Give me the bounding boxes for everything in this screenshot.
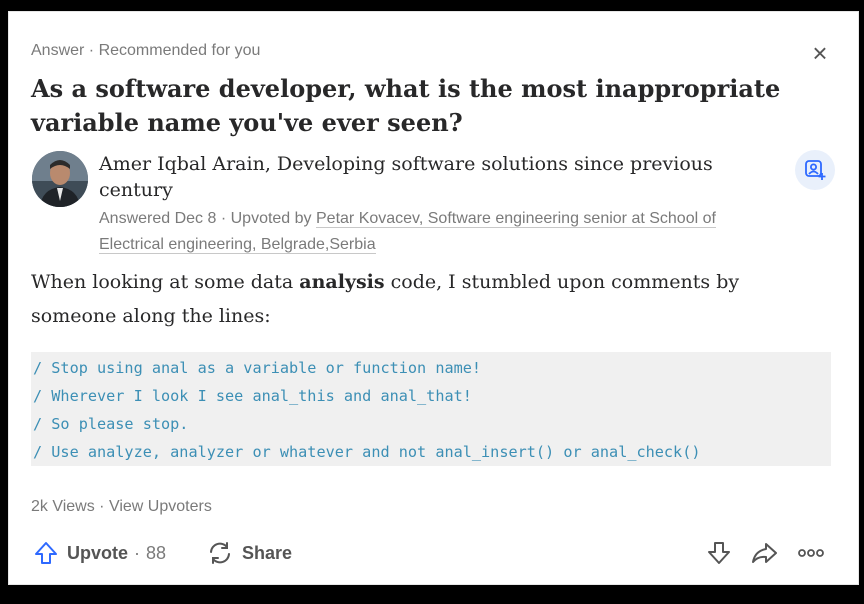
code-block: / Stop using anal as a variable or funct… [31, 352, 831, 466]
upvote-button[interactable]: Upvote · 88 [33, 539, 166, 567]
answered-date: Answered Dec 8 · Upvoted by [99, 210, 316, 227]
share-button[interactable]: Share [206, 539, 292, 567]
forward-icon[interactable] [750, 540, 778, 566]
answer-body: When looking at some data analysis code,… [31, 265, 821, 333]
answer-meta: Answer · Recommended for you [31, 42, 261, 59]
avatar[interactable] [32, 151, 88, 207]
add-user-icon [805, 160, 826, 180]
stats-line: 2k Views · View Upvoters [31, 498, 212, 516]
more-options-icon[interactable] [796, 540, 826, 566]
follow-button[interactable] [795, 150, 835, 190]
share-icon [210, 542, 230, 564]
upvote-count: 88 [146, 542, 167, 563]
close-icon[interactable]: × [809, 40, 831, 66]
upvote-arrow-icon [35, 542, 57, 564]
view-upvoters-link[interactable]: View Upvoters [109, 498, 212, 515]
upvote-separator: · [134, 542, 141, 563]
stats-separator: · [94, 498, 109, 515]
answer-info: Answered Dec 8 · Upvoted by Petar Kovace… [99, 206, 749, 258]
secondary-actions [706, 539, 844, 567]
question-title[interactable]: As a software developer, what is the mos… [31, 72, 791, 140]
author-credential[interactable]: Amer Iqbal Arain, Developing software so… [99, 151, 749, 203]
code-line: / So please stop. [33, 415, 189, 433]
views-count: 2k Views [31, 498, 95, 515]
action-bar: Upvote · 88 Share [31, 536, 831, 570]
answer-card: Answer · Recommended for you × As a soft… [8, 11, 859, 585]
code-line: / Wherever I look I see anal_this and an… [33, 387, 472, 405]
body-text-bold: analysis [299, 271, 385, 293]
code-line: / Use analyze, analyzer or whatever and … [33, 443, 701, 461]
body-text-before: When looking at some data [31, 271, 300, 293]
share-label: Share [242, 542, 293, 563]
upvote-label: Upvote [67, 542, 129, 563]
downvote-icon[interactable] [706, 540, 732, 566]
code-line: / Stop using anal as a variable or funct… [33, 359, 482, 377]
